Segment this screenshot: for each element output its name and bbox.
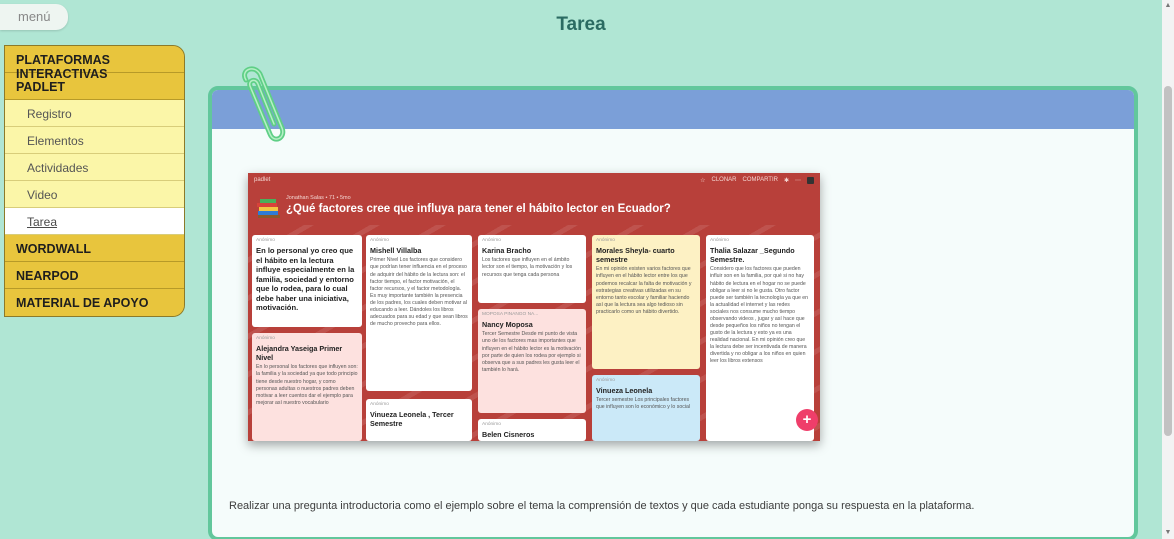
padlet-brand: padlet xyxy=(254,177,271,183)
nav-item-elementos[interactable]: Elementos xyxy=(5,127,184,154)
more-icon: ⋯ xyxy=(795,177,801,184)
padlet-post: Anónimo En lo personal yo creo que el há… xyxy=(252,235,362,327)
padlet-post: Anónimo Mishell Villalba Primer Nivel Lo… xyxy=(366,235,472,391)
avatar xyxy=(807,176,814,184)
card-header-band xyxy=(212,90,1134,129)
nav-item-wordwall[interactable]: WORDWALL xyxy=(5,235,184,262)
nav-item-video[interactable]: Video xyxy=(5,181,184,208)
nav-item-plataformas[interactable]: PLATAFORMAS INTERACTIVAS xyxy=(5,46,184,81)
padlet-screenshot: padlet ☆ CLONAR COMPARTIR ✱ ⋯ Jonathan S… xyxy=(248,173,820,441)
task-description: Realizar una pregunta introductoria como… xyxy=(229,500,975,512)
star-icon: ☆ xyxy=(700,177,706,184)
padlet-post: Anónimo Morales Sheyla- cuarto semestre … xyxy=(592,235,700,369)
padlet-topbar: padlet ☆ CLONAR COMPARTIR ✱ ⋯ xyxy=(248,173,820,187)
share-button: COMPARTIR xyxy=(742,177,778,183)
page-title: Tarea xyxy=(556,14,606,35)
clone-button: CLONAR xyxy=(711,177,737,183)
gear-icon: ✱ xyxy=(783,177,789,184)
padlet-post: Anónimo Thalia Salazar _Segundo Semestre… xyxy=(706,235,814,441)
paperclip-icon xyxy=(242,66,286,142)
padlet-post: Anónimo Karina Bracho Los factores que i… xyxy=(478,235,586,303)
padlet-meta: Jonathan Salas • 71 • 5mo xyxy=(286,195,351,201)
padlet-title: ¿Qué factores cree que influya para tene… xyxy=(286,203,671,215)
books-icon xyxy=(257,199,280,218)
padlet-post: Anónimo Vinueza Leonela , Tercer Semestr… xyxy=(366,399,472,441)
add-post-icon: + xyxy=(796,409,818,431)
padlet-post: Anónimo Vinueza Leonela Tercer semestre … xyxy=(592,375,700,441)
nav-item-registro[interactable]: Registro xyxy=(5,100,184,127)
page-scrollbar[interactable]: ▲ ▼ xyxy=(1162,0,1174,539)
padlet-post: Anónimo Alejandra Yaseiga Primer Nivel E… xyxy=(252,333,362,441)
nav-item-nearpod[interactable]: NEARPOD xyxy=(5,262,184,289)
padlet-post: Anónimo Belen Cisneros xyxy=(478,419,586,441)
scroll-down-arrow-icon[interactable]: ▼ xyxy=(1164,529,1172,537)
scroll-up-arrow-icon[interactable]: ▲ xyxy=(1164,2,1172,10)
sidebar-nav: PLATAFORMAS INTERACTIVAS PADLET Registro… xyxy=(4,45,185,317)
nav-item-tarea[interactable]: Tarea xyxy=(5,208,184,235)
scroll-thumb[interactable] xyxy=(1164,86,1172,436)
nav-item-actividades[interactable]: Actividades xyxy=(5,154,184,181)
nav-item-material[interactable]: MATERIAL DE APOYO xyxy=(5,289,184,316)
padlet-post: MOPOSA PINANGO NA... Nancy Moposa Tercer… xyxy=(478,309,586,413)
